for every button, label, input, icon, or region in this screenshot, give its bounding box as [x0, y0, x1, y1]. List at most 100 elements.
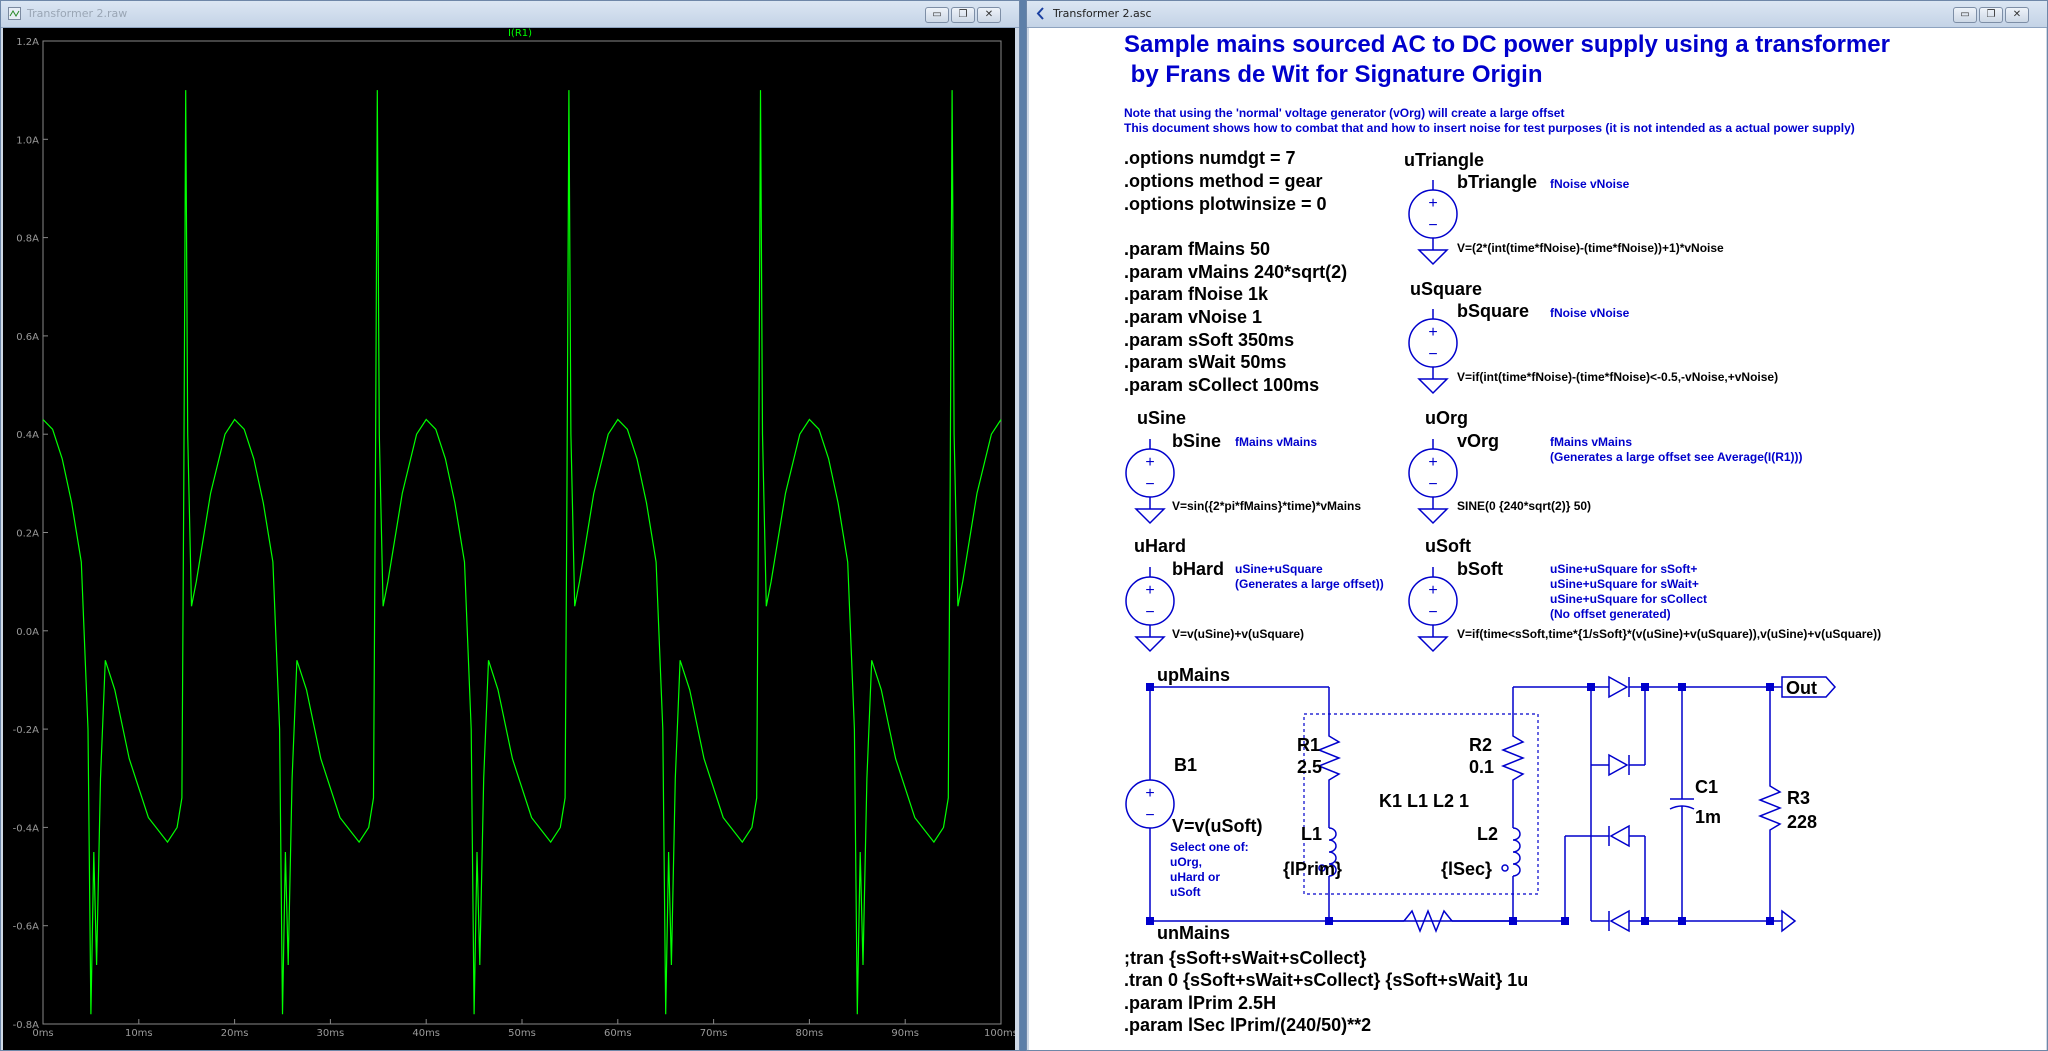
source-btriangle[interactable]: uTriangle bTriangle fNoise vNoise V=(2*(… [1404, 150, 1724, 265]
y-tick-label: 0.6A [16, 332, 39, 343]
close-button[interactable]: ✕ [2005, 7, 2029, 23]
source-attr: fNoise vNoise [1550, 306, 1630, 320]
b1-hint: uOrg, [1170, 855, 1202, 869]
x-tick-label: 30ms [317, 1028, 345, 1039]
param-line[interactable]: .param fNoise 1k [1124, 284, 1269, 304]
y-tick-label: 1.0A [16, 135, 39, 146]
schematic-window-title: Transformer 2.asc [1053, 7, 1152, 20]
r2-value[interactable]: 0.1 [1469, 757, 1494, 777]
source-attr: uSine+uSquare for sCollect [1550, 592, 1707, 606]
b1-minus: − [1145, 807, 1154, 824]
net-label: uSine [1137, 408, 1186, 428]
source-bsine[interactable]: uSine bSine fMains vMains V=sin({2*pi*fM… [1125, 408, 1361, 524]
b1-hint: uSoft [1170, 885, 1201, 899]
schematic-canvas[interactable]: + − Sample mains sourced AC to DC power … [1029, 28, 2046, 1050]
schematic-pane[interactable]: + − Sample mains sourced AC to DC power … [1029, 28, 2046, 1050]
waveform-window-title: Transformer 2.raw [27, 7, 128, 20]
source-attr: (Generates a large offset see Average(I(… [1550, 450, 1803, 464]
c1-name[interactable]: C1 [1695, 777, 1718, 797]
param-line[interactable]: .param sWait 50ms [1124, 352, 1286, 372]
y-tick-label: 0.0A [16, 627, 39, 638]
waveform-title-bar[interactable]: Transformer 2.raw ▭ ❐ ✕ [1, 1, 1019, 28]
x-tick-label: 60ms [604, 1028, 632, 1039]
directive-line[interactable]: .param lPrim 2.5H [1124, 993, 1276, 1013]
source-name: bSquare [1457, 301, 1529, 321]
net-label: uOrg [1425, 408, 1468, 428]
option-line[interactable]: .options numdgt = 7 [1124, 148, 1296, 168]
trace-label[interactable]: I(R1) [508, 28, 532, 39]
l1-name[interactable]: L1 [1301, 824, 1322, 844]
schematic-title-bar[interactable]: Transformer 2.asc ▭ ❐ ✕ [1027, 1, 2047, 28]
option-line[interactable]: .options method = gear [1124, 171, 1323, 191]
y-tick-label: -0.6A [13, 922, 40, 933]
params-block[interactable]: .param fMains 50 .param vMains 240*sqrt(… [1124, 239, 1347, 395]
l2-name[interactable]: L2 [1477, 824, 1498, 844]
source-value: V=(2*(int(time*fNoise)-(time*fNoise))+1)… [1457, 241, 1724, 255]
coupling-directive[interactable]: K1 L1 L2 1 [1379, 791, 1469, 811]
out-label[interactable]: Out [1786, 678, 1817, 698]
source-attr: fNoise vNoise [1550, 177, 1630, 191]
r3-value[interactable]: 228 [1787, 812, 1817, 832]
waveform-plot[interactable]: I(R1) 1.2A 1.0A 0.8A 0.6A 0.4A 0.2A 0.0A -0.2A -… [3, 28, 1015, 1050]
y-tick-label: 0.8A [16, 234, 39, 245]
source-bsquare[interactable]: uSquare bSquare fNoise vNoise V=if(int(t… [1408, 279, 1778, 394]
source-name: bTriangle [1457, 172, 1537, 192]
options-block[interactable]: .options numdgt = 7 .options method = ge… [1124, 148, 1327, 214]
minimize-button[interactable]: ▭ [925, 7, 949, 23]
x-tick-label: 50ms [508, 1028, 536, 1039]
x-tick-label: 0ms [32, 1028, 53, 1039]
source-bsoft[interactable]: uSoft bSoft uSine+uSquare for sSoft+ uSi… [1408, 536, 1881, 652]
plot-pane[interactable]: I(R1) 1.2A 1.0A 0.8A 0.6A 0.4A 0.2A 0.0A -0.2A -… [3, 28, 1015, 1050]
source-name: bHard [1172, 559, 1224, 579]
minimize-button[interactable]: ▭ [1953, 7, 1977, 23]
r3-name[interactable]: R3 [1787, 788, 1810, 808]
waveform-app-icon [8, 7, 21, 20]
b1-plus: + [1145, 785, 1154, 802]
source-name: bSoft [1457, 559, 1503, 579]
source-vorg[interactable]: uOrg vOrg fMains vMains (Generates a lar… [1408, 408, 1803, 524]
option-line[interactable]: .options plotwinsize = 0 [1124, 194, 1327, 214]
directive-line[interactable]: .tran 0 {sSoft+sWait+sCollect} {sSoft+sW… [1124, 970, 1528, 990]
source-attr: fMains vMains [1235, 435, 1317, 449]
l2-value[interactable]: {lSec} [1441, 859, 1492, 879]
heading-title: Sample mains sourced AC to DC power supp… [1124, 31, 1890, 58]
note-line-1: Note that using the 'normal' voltage gen… [1124, 106, 1564, 120]
y-tick-label: -0.4A [13, 823, 40, 834]
b1-value[interactable]: V=v(uSoft) [1172, 816, 1263, 836]
x-tick-label: 80ms [796, 1028, 824, 1039]
source-bhard[interactable]: uHard bHard uSine+uSquare (Generates a l… [1125, 536, 1384, 652]
c1-value[interactable]: 1m [1695, 807, 1721, 827]
y-tick-label: 0.4A [16, 430, 39, 441]
y-tick-label: -0.2A [13, 725, 40, 736]
net-label: uSquare [1410, 279, 1482, 299]
param-line[interactable]: .param vMains 240*sqrt(2) [1124, 262, 1347, 282]
x-tick-label: 40ms [412, 1028, 440, 1039]
x-tick-label: 10ms [125, 1028, 153, 1039]
source-attr: uSine+uSquare for sWait+ [1550, 577, 1699, 591]
param-line[interactable]: .param vNoise 1 [1124, 307, 1262, 327]
source-attr: (Generates a large offset)) [1235, 577, 1384, 591]
directive-line[interactable]: ;tran {sSoft+sWait+sCollect} [1124, 948, 1366, 968]
source-name: vOrg [1457, 431, 1499, 451]
l1-value[interactable]: {lPrim} [1283, 859, 1342, 879]
restore-button[interactable]: ❐ [951, 7, 975, 23]
net-unmains[interactable]: unMains [1157, 923, 1230, 943]
close-button[interactable]: ✕ [977, 7, 1001, 23]
r2-name[interactable]: R2 [1469, 735, 1492, 755]
r1-value[interactable]: 2.5 [1297, 757, 1322, 777]
power-circuit[interactable] [1125, 675, 1837, 934]
param-line[interactable]: .param sSoft 350ms [1124, 330, 1294, 350]
b1-name[interactable]: B1 [1174, 755, 1197, 775]
param-line[interactable]: .param fMains 50 [1124, 239, 1270, 259]
r1-name[interactable]: R1 [1297, 735, 1320, 755]
x-tick-label: 90ms [891, 1028, 919, 1039]
directive-line[interactable]: .param lSec lPrim/(240/50)**2 [1124, 1015, 1371, 1035]
b1-hint: uHard or [1170, 870, 1220, 884]
source-value: V=if(time<sSoft,time*{1/sSoft}*(v(uSine)… [1457, 627, 1881, 641]
net-upmains[interactable]: upMains [1157, 665, 1230, 685]
x-tick-label: 20ms [221, 1028, 249, 1039]
schematic-app-icon [1036, 7, 1044, 20]
net-label: uHard [1134, 536, 1186, 556]
param-line[interactable]: .param sCollect 100ms [1124, 375, 1319, 395]
restore-button[interactable]: ❐ [1979, 7, 2003, 23]
